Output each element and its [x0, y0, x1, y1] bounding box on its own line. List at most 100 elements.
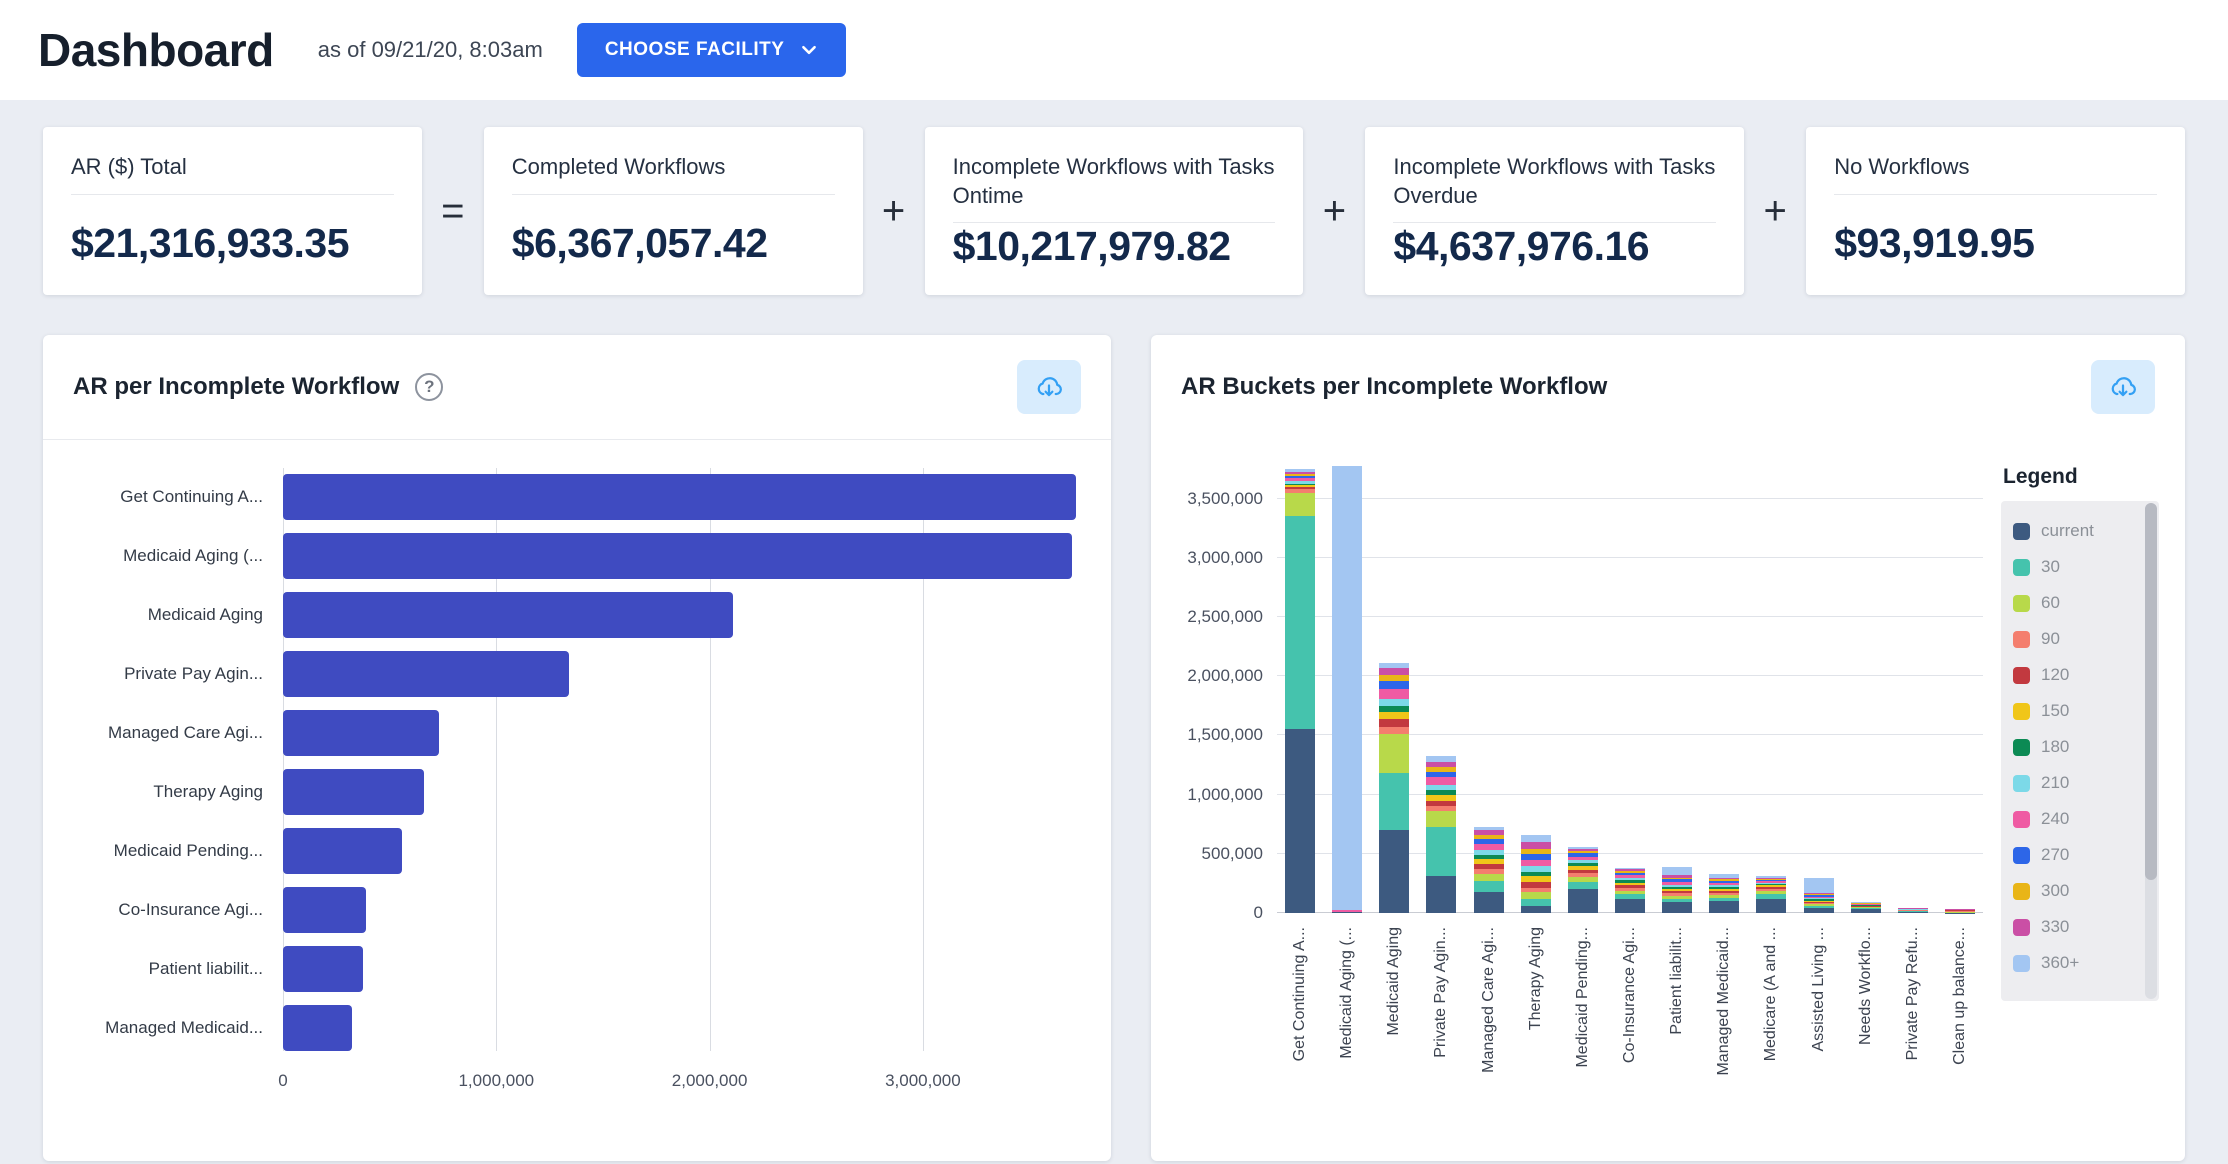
hbar-bar[interactable]	[283, 710, 439, 756]
stacked-bar[interactable]	[1379, 463, 1410, 913]
chevron-down-icon	[802, 45, 817, 55]
legend-item[interactable]: 180	[2013, 729, 2137, 765]
bar-segment-30	[1285, 516, 1315, 730]
hbar-bar[interactable]	[283, 1005, 353, 1051]
legend-swatch	[2013, 738, 2030, 756]
kpi-card-incomplete-ontime: Incomplete Workflows with Tasks Ontime $…	[924, 127, 1304, 295]
panel-title: AR per Incomplete Workflow	[73, 373, 400, 400]
choose-facility-button[interactable]: CHOOSE FACILITY	[576, 23, 847, 77]
hbar-bar[interactable]	[283, 592, 734, 638]
stacked-bar[interactable]	[1897, 463, 1928, 913]
stack-bar-slot	[1520, 463, 1551, 913]
bar-segment-current	[1756, 898, 1787, 913]
legend-item[interactable]: 300	[2013, 873, 2137, 909]
hbar-category-label: Medicaid Aging	[147, 605, 263, 624]
legend-scroll-thumb[interactable]	[2145, 503, 2157, 880]
stacked-bar[interactable]	[1756, 463, 1787, 913]
operator-plus: +	[1763, 188, 1787, 233]
y-tick-label: 0	[1253, 903, 1263, 922]
bar-segment-30	[1426, 826, 1457, 877]
stack-bar-slot	[1662, 463, 1693, 913]
kpi-value: $93,919.95	[1834, 220, 2035, 266]
kpi-summary-row: AR ($) Total $21,316,933.35 = Completed …	[43, 127, 2185, 295]
hbar-bar[interactable]	[283, 533, 1073, 579]
stacked-bar[interactable]	[1426, 463, 1457, 913]
legend-item[interactable]: 90	[2013, 621, 2137, 657]
hbar-track	[283, 1005, 1085, 1051]
stacked-bar[interactable]	[1850, 463, 1881, 913]
legend-item[interactable]: 270	[2013, 837, 2137, 873]
legend-item[interactable]: 360+	[2013, 945, 2137, 981]
hbar-rows: Get Continuing A... Medicaid Aging (... Me…	[43, 474, 1111, 1051]
stack-bar-slot	[1803, 463, 1834, 913]
legend-swatch	[2013, 846, 2030, 864]
bar-segment-current	[1662, 902, 1693, 913]
legend-item[interactable]: 60	[2013, 585, 2137, 621]
hbar-track	[283, 946, 1085, 992]
stacked-bar[interactable]	[1473, 463, 1504, 913]
bar-segment-120	[1379, 718, 1410, 728]
hbar-bar[interactable]	[283, 887, 367, 933]
y-tick-label: 3,500,000	[1187, 488, 1263, 508]
page-title: Dashboard	[38, 24, 274, 76]
legend-label: 30	[2041, 557, 2060, 576]
x-category-label: Medicaid Aging (...	[1338, 927, 1356, 1059]
stacked-bar[interactable]	[1614, 463, 1645, 913]
legend-item[interactable]: current	[2013, 513, 2137, 549]
hbar-row: Therapy Aging	[43, 769, 1111, 815]
legend-label: 360+	[2041, 953, 2080, 972]
kpi-value: $10,217,979.82	[952, 223, 1231, 270]
legend-item[interactable]: 120	[2013, 657, 2137, 693]
legend-item[interactable]: 240	[2013, 801, 2137, 837]
bar-segment-current	[1897, 911, 1928, 913]
stacked-bar[interactable]	[1520, 463, 1551, 913]
hbar-bar[interactable]	[283, 769, 424, 815]
legend-swatch	[2013, 522, 2030, 540]
hbar-track	[283, 710, 1085, 756]
stack-bar-slot	[1897, 463, 1928, 913]
x-category-label: Medicaid Pending...	[1573, 927, 1591, 1068]
hbar-category-label: Medicaid Pending...	[113, 841, 263, 860]
legend-item[interactable]: 150	[2013, 693, 2137, 729]
x-category-label: Assisted Living ...	[1809, 927, 1827, 1052]
bar-segment-30	[1520, 898, 1551, 906]
legend-label: 180	[2041, 737, 2070, 756]
legend-label: 270	[2041, 845, 2070, 864]
hbar-row: Patient liabilit...	[43, 946, 1111, 992]
hbar-category-label: Managed Care Agi...	[108, 723, 263, 742]
x-category-label: Private Pay Agin...	[1432, 927, 1450, 1058]
legend-swatch	[2013, 630, 2030, 648]
x-category-label: Managed Care Agi...	[1479, 927, 1497, 1073]
hbar-bar[interactable]	[283, 651, 569, 697]
kpi-value: $21,316,933.35	[71, 220, 349, 266]
panel-header: AR Buckets per Incomplete Workflow	[1151, 335, 2185, 439]
hbar-bar[interactable]	[283, 828, 403, 874]
bar-segment-360+	[1520, 834, 1551, 843]
stack-bar-slot	[1756, 463, 1787, 913]
stacked-bar[interactable]	[1803, 463, 1834, 913]
kpi-value: $6,367,057.42	[511, 220, 768, 266]
legend-swatch	[2013, 954, 2030, 972]
stacked-bar[interactable]	[1944, 463, 1975, 913]
stack-bar-slot	[1614, 463, 1645, 913]
download-button[interactable]	[1017, 360, 1081, 414]
download-button[interactable]	[2091, 360, 2155, 414]
legend-scrollbar[interactable]	[2145, 503, 2157, 999]
legend-item[interactable]: 210	[2013, 765, 2137, 801]
legend-label: 90	[2041, 629, 2060, 648]
legend-item[interactable]: 330	[2013, 909, 2137, 945]
stacked-bar[interactable]	[1285, 463, 1315, 913]
stacked-bar[interactable]	[1662, 463, 1693, 913]
choose-facility-label: CHOOSE FACILITY	[604, 39, 785, 60]
panel-title: AR Buckets per Incomplete Workflow	[1181, 373, 1608, 400]
stacked-bar[interactable]	[1567, 463, 1598, 913]
x-category-label: Needs Workflo...	[1856, 927, 1874, 1045]
bar-segment-240	[1426, 777, 1457, 785]
legend-item[interactable]: 30	[2013, 549, 2137, 585]
hbar-bar[interactable]	[283, 946, 363, 992]
stacked-bar[interactable]	[1709, 463, 1740, 913]
hbar-bar[interactable]	[283, 474, 1077, 520]
stacked-bar[interactable]	[1332, 463, 1363, 913]
hbar-chart: Get Continuing A... Medicaid Aging (... Me…	[43, 440, 1111, 1101]
help-icon[interactable]: ?	[415, 373, 444, 401]
